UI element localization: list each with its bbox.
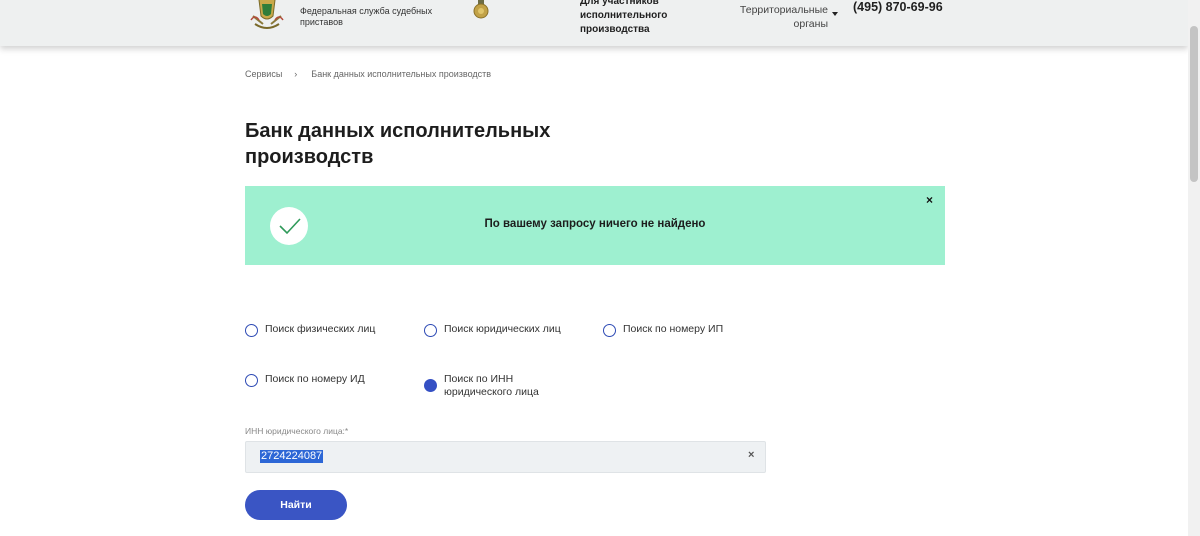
site-header: Федеральная служба судебных приставов Дл… [0, 0, 1188, 46]
alert-message: По вашему запросу ничего не найдено [484, 218, 706, 230]
radio-circle[interactable] [245, 324, 258, 337]
radio-label: Поиск по номеру ИП [623, 323, 724, 335]
radio-circle[interactable] [245, 374, 258, 387]
breadcrumb-item-services[interactable]: Сервисы [245, 69, 282, 79]
page-title: Банк данных исполнительных производств [245, 120, 551, 168]
radio-circle[interactable] [603, 324, 616, 337]
inn-input[interactable]: 2724224087 × [245, 441, 766, 473]
org-name: Федеральная служба судебных приставов [300, 6, 433, 27]
breadcrumb-separator: › [294, 69, 298, 79]
radio-search-legal-entities[interactable]: Поиск юридических лиц [424, 323, 561, 337]
radio-label: Поиск по ИНН юридического лица [444, 373, 539, 398]
nav-territorial-dropdown[interactable]: Территориальные органы [728, 3, 828, 31]
medal-icon [472, 0, 490, 22]
result-alert: По вашему запросу ничего не найдено × [245, 186, 945, 265]
find-button[interactable]: Найти [245, 490, 347, 520]
fssp-emblem-logo[interactable] [249, 0, 285, 34]
radio-circle[interactable] [424, 324, 437, 337]
clear-icon[interactable]: × [748, 449, 754, 461]
close-icon[interactable]: × [926, 193, 933, 207]
radio-search-individuals[interactable]: Поиск физических лиц [245, 323, 375, 337]
radio-search-by-id-number[interactable]: Поиск по номеру ИД [245, 373, 365, 387]
radio-circle-checked[interactable] [424, 379, 437, 392]
radio-search-by-ip-number[interactable]: Поиск по номеру ИП [603, 323, 723, 337]
breadcrumb: Сервисы › Банк данных исполнительных про… [245, 69, 491, 79]
radio-search-by-inn[interactable]: Поиск по ИНН юридического лица [424, 373, 562, 399]
scrollbar-thumb[interactable] [1190, 26, 1198, 182]
page-scrollbar[interactable] [1188, 0, 1200, 536]
chevron-down-icon[interactable] [832, 12, 838, 16]
radio-label: Поиск юридических лиц [444, 323, 561, 335]
nav-participants-link[interactable]: Для участников исполнительного производс… [580, 0, 690, 37]
inn-field-label: ИНН юридического лица:* [245, 426, 349, 436]
radio-label: Поиск физических лиц [265, 323, 376, 335]
radio-label: Поиск по номеру ИД [265, 373, 365, 385]
inn-input-value[interactable]: 2724224087 [260, 450, 324, 463]
breadcrumb-item-current: Банк данных исполнительных производств [311, 69, 492, 79]
phone-number[interactable]: (495) 870-69-96 [853, 0, 943, 14]
